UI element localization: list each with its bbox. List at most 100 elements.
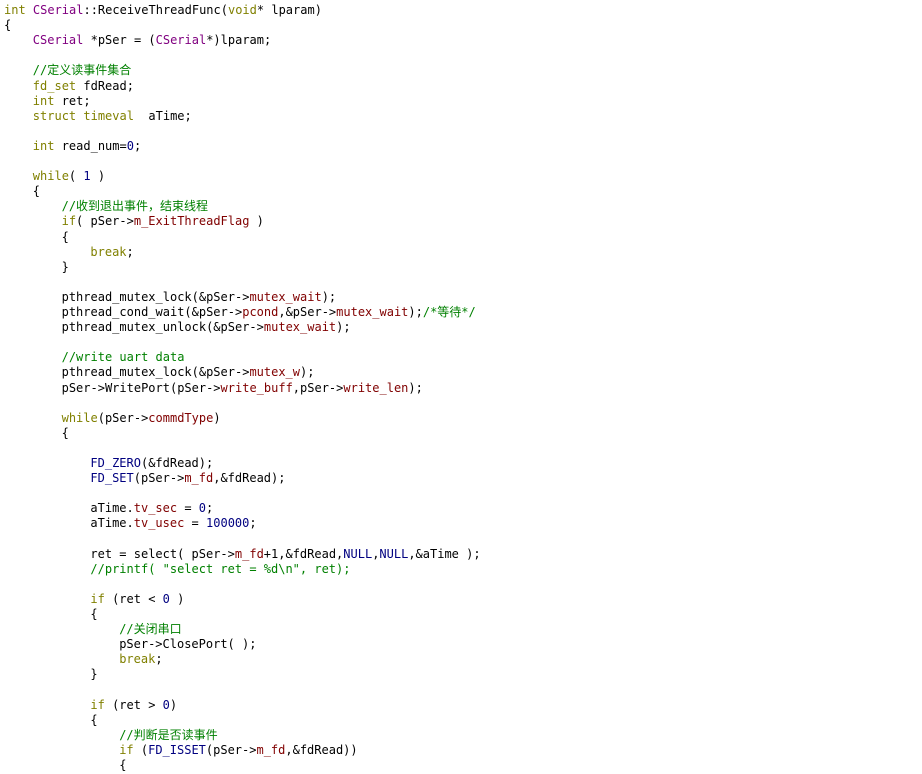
code-token: pthread_cond_wait(&pSer-> [61, 305, 243, 319]
code-line: while(pSer->commdType) [62, 411, 221, 426]
code-token: (ret < [104, 591, 163, 606]
code-token: 1 [83, 169, 91, 184]
code-token: ; [126, 244, 134, 259]
code-token: CSerial [155, 33, 207, 48]
code-token: = [177, 501, 199, 516]
code-token: m_fd [234, 546, 264, 561]
code-token: while [61, 410, 98, 425]
code-token: ( [133, 742, 149, 757]
code-token: (pSer-> [97, 410, 149, 425]
code-token: if [90, 697, 105, 712]
code-token: pthread_mutex_lock(&pSer-> [61, 365, 250, 380]
code-line: //判断是否读事件 [119, 728, 217, 743]
code-token: (&fdRead); [140, 456, 214, 470]
code-token: ); [300, 365, 315, 380]
code-line: //关闭串口 [119, 622, 181, 637]
code-token: fdRead; [76, 78, 134, 93]
code-line: if (ret < 0 ) [90, 592, 184, 607]
code-line: if (FD_ISSET(pSer->m_fd,&fdRead)) [119, 743, 357, 758]
code-token: ,&fdRead); [213, 471, 286, 486]
code-token: { [61, 229, 69, 244]
code-line: //收到退出事件，结束线程 [62, 199, 208, 214]
code-token: pthread_mutex_lock(&pSer-> [61, 289, 250, 304]
code-token: (pSer-> [133, 471, 185, 486]
code-token: commdType [148, 410, 214, 425]
code-token: } [61, 259, 69, 274]
code-line: { [90, 713, 97, 728]
code-line: { [4, 18, 11, 33]
code-line: { [33, 184, 40, 199]
code-line: int CSerial::ReceiveThreadFunc(void* lpa… [4, 3, 322, 18]
code-token: +1,&fdRead, [263, 546, 344, 561]
code-token: int [4, 3, 33, 17]
code-token: break [119, 652, 156, 667]
code-line: CSerial *pSer = (CSerial*)lparam; [33, 33, 271, 48]
code-token: CSerial [32, 3, 84, 17]
code-token: 100000 [206, 516, 250, 531]
code-line: pthread_mutex_lock(&pSer->mutex_w); [62, 365, 315, 380]
code-line: //printf( "select ret = %d\n", ret); [90, 562, 350, 577]
code-token: write_len [343, 380, 409, 395]
code-token: ); [321, 289, 337, 304]
code-token: struct timeval [32, 108, 134, 123]
code-line: aTime.tv_usec = 100000; [90, 516, 256, 531]
code-token: aTime. [90, 501, 134, 516]
code-token: mutex_w [249, 365, 301, 380]
code-token: ) [169, 591, 185, 606]
code-token: ) [249, 214, 264, 229]
code-token: pSer->WritePort(pSer-> [61, 380, 221, 395]
code-token: NULL [343, 546, 373, 561]
code-line: pthread_cond_wait(&pSer->pcond,&pSer->mu… [62, 305, 476, 320]
code-token: ; [155, 652, 163, 667]
code-token: *pSer = ( [83, 33, 156, 48]
code-token: int [32, 138, 55, 153]
code-token: } [90, 667, 98, 682]
code-token: * lparam) [256, 3, 322, 17]
code-token: ); [408, 305, 423, 319]
code-token: { [90, 607, 98, 621]
code-token: { [61, 425, 69, 440]
code-line: struct timeval aTime; [33, 109, 192, 124]
code-token: ; [206, 501, 214, 516]
code-token: ( [68, 169, 84, 184]
code-token: int [32, 93, 55, 108]
code-token: 0 [162, 697, 170, 712]
code-line: } [90, 667, 97, 682]
code-token: pcond [242, 305, 279, 319]
code-token: m_ExitThreadFlag [133, 214, 250, 229]
code-line: //write uart data [62, 350, 185, 365]
code-token: { [90, 712, 98, 727]
code-token: m_fd [184, 471, 214, 486]
code-line: pSer->ClosePort( ); [119, 637, 256, 652]
code-token: ) [213, 410, 221, 425]
code-token: { [32, 184, 41, 199]
code-token: tv_usec [133, 516, 185, 531]
code-token: mutex_wait [336, 305, 409, 319]
code-token: ,&aTime ); [408, 546, 481, 561]
code-token: ::ReceiveThreadFunc( [83, 3, 228, 17]
code-line: break; [90, 245, 133, 260]
code-token: ,pSer-> [292, 380, 344, 395]
code-line: { [119, 758, 126, 773]
code-token: mutex_wait [249, 289, 322, 304]
code-token: ( pSer-> [76, 214, 134, 229]
code-token: ret = select( pSer-> [90, 546, 235, 561]
code-token: ) [169, 697, 178, 712]
code-token: aTime; [133, 108, 192, 123]
code-line: int read_num=0; [33, 139, 141, 154]
code-editor[interactable]: int CSerial::ReceiveThreadFunc(void* lpa… [0, 0, 922, 774]
code-line: FD_ZERO(&fdRead); [90, 456, 213, 471]
code-line: pthread_mutex_unlock(&pSer->mutex_wait); [62, 320, 351, 335]
code-token: //收到退出事件，结束线程 [61, 199, 209, 214]
code-token: ); [408, 380, 423, 395]
code-line: ret = select( pSer->m_fd+1,&fdRead,NULL,… [90, 547, 480, 562]
code-token: break [90, 244, 127, 259]
code-token: //write uart data [61, 350, 185, 365]
code-token: mutex_wait [263, 320, 337, 335]
code-token: tv_sec [133, 501, 178, 516]
code-token: //判断是否读事件 [119, 727, 218, 742]
code-line: aTime.tv_sec = 0; [90, 501, 213, 516]
code-token: m_fd [256, 742, 286, 757]
code-line: pthread_mutex_lock(&pSer->mutex_wait); [62, 290, 337, 305]
code-line: if (ret > 0) [90, 698, 177, 713]
